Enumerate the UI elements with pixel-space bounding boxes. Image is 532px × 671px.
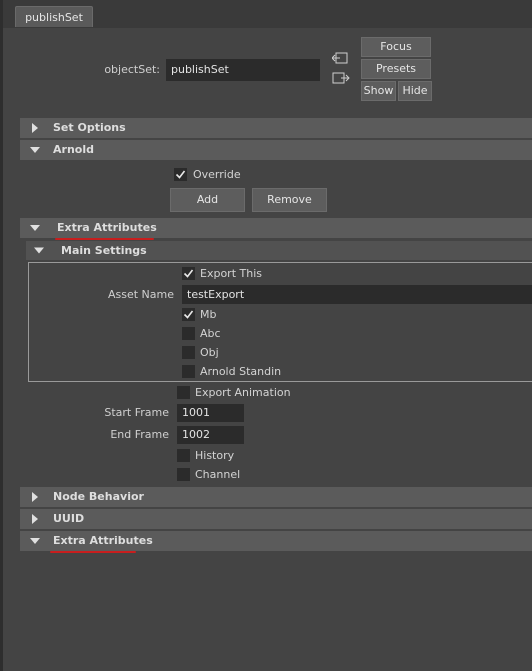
obj-label: Obj <box>200 346 219 359</box>
expanded-arrow-icon <box>30 538 40 544</box>
mb-label: Mb <box>200 308 217 321</box>
channel-checkbox[interactable] <box>177 468 190 481</box>
section-node-behavior[interactable]: Node Behavior <box>20 487 532 507</box>
section-set-options[interactable]: Set Options <box>20 118 532 138</box>
hide-button[interactable]: Hide <box>398 81 432 101</box>
arnold-standin-label: Arnold Standin <box>200 365 282 378</box>
collapsed-arrow-icon <box>32 492 38 502</box>
section-uuid[interactable]: UUID <box>20 509 532 529</box>
arnold-standin-checkbox[interactable] <box>182 365 195 378</box>
remove-button[interactable]: Remove <box>252 188 327 212</box>
start-frame-label: Start Frame <box>104 406 169 419</box>
asset-name-label: Asset Name <box>107 288 174 301</box>
abc-label: Abc <box>200 327 221 340</box>
collapsed-arrow-icon <box>32 123 38 133</box>
section-title: Extra Attributes <box>57 221 157 234</box>
section-extra-attributes-outer[interactable]: Extra Attributes <box>20 531 532 551</box>
abc-checkbox[interactable] <box>182 327 195 340</box>
add-button[interactable]: Add <box>170 188 245 212</box>
section-main-settings[interactable]: Main Settings <box>26 241 532 260</box>
section-title: Main Settings <box>61 244 147 257</box>
section-title: Set Options <box>53 121 126 134</box>
section-title: Extra Attributes <box>53 534 153 547</box>
section-title: UUID <box>53 512 85 525</box>
annotation-underline <box>55 238 154 240</box>
collapsed-arrow-icon <box>32 514 38 524</box>
history-label: History <box>195 449 235 462</box>
end-frame-label: End Frame <box>110 428 169 441</box>
expanded-arrow-icon <box>30 147 40 153</box>
export-this-label: Export This <box>200 267 262 280</box>
select-set-icon[interactable] <box>332 51 350 65</box>
section-extra-attributes[interactable]: Extra Attributes <box>20 218 532 238</box>
start-frame-field[interactable]: 1001 <box>177 404 244 422</box>
left-edge <box>0 0 3 671</box>
annotation-underline <box>50 551 136 553</box>
show-button[interactable]: Show <box>361 81 396 101</box>
mb-checkbox[interactable] <box>182 308 195 321</box>
tab-publishset[interactable]: publishSet <box>15 6 93 27</box>
override-label: Override <box>193 168 241 181</box>
section-arnold[interactable]: Arnold <box>20 140 532 160</box>
presets-button[interactable]: Presets <box>361 59 431 79</box>
section-title: Arnold <box>53 143 94 156</box>
asset-name-field[interactable]: testExport <box>182 285 532 304</box>
objectset-field[interactable]: publishSet <box>166 59 320 81</box>
export-animation-checkbox[interactable] <box>177 386 190 399</box>
expanded-arrow-icon <box>34 247 44 254</box>
channel-label: Channel <box>195 468 241 481</box>
obj-checkbox[interactable] <box>182 346 195 359</box>
export-this-checkbox[interactable] <box>182 267 195 280</box>
export-animation-label: Export Animation <box>195 386 291 399</box>
main-settings-frame <box>28 262 532 382</box>
expanded-arrow-icon <box>30 225 40 231</box>
override-checkbox[interactable] <box>174 168 187 181</box>
objectset-label: objectSet: <box>104 63 160 76</box>
focus-button[interactable]: Focus <box>361 37 431 57</box>
add-to-set-icon[interactable] <box>332 71 350 85</box>
end-frame-field[interactable]: 1002 <box>177 426 244 444</box>
section-title: Node Behavior <box>53 490 144 503</box>
history-checkbox[interactable] <box>177 449 190 462</box>
